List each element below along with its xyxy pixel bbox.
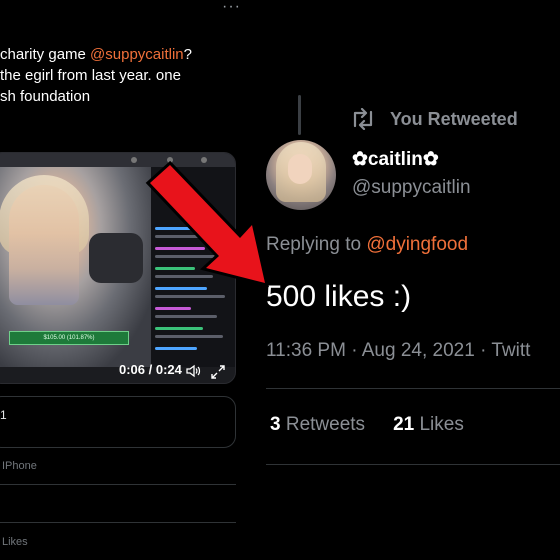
more-options-icon[interactable]: ··· (222, 0, 241, 16)
left-tweet-panel: ··· charity game @suppycaitlin? the egir… (0, 0, 250, 560)
likes-label: Likes (419, 414, 464, 435)
left-likes-label: Likes (2, 536, 28, 548)
retweet-icon (353, 108, 373, 130)
replying-mention-link[interactable]: @dyingfood (366, 234, 468, 255)
user-handle[interactable]: @suppycaitlin (352, 177, 471, 199)
thread-connector (298, 95, 301, 135)
retweet-label: You Retweeted (390, 108, 518, 129)
tweet-body: 500 likes :) (266, 280, 412, 313)
donation-progress-bar: $105.00 (101.87%) (9, 331, 129, 345)
retweets-label: Retweets (285, 414, 366, 435)
left-tweet-line-1-prefix: charity game (0, 46, 91, 63)
main-tweet-panel: You Retweeted ✿caitlin✿ @suppycaitlin Re… (252, 0, 560, 560)
retweets-stat[interactable]: 3 Retweets (270, 414, 365, 436)
left-box-text: 1 (0, 408, 7, 422)
likes-stat[interactable]: 21 Likes (393, 414, 464, 436)
video-controls: 0:06 / 0:24 (0, 361, 235, 383)
left-tweet-device: IPhone (2, 460, 37, 472)
divider (266, 464, 560, 465)
tweet-stats: 3 Retweets 21 Likes (270, 414, 464, 436)
left-quoted-box[interactable] (0, 396, 236, 448)
video-player[interactable]: $105.00 (101.87%) 0:06 / 0:24 (0, 152, 236, 384)
replying-to: Replying to @dyingfood (266, 234, 468, 256)
left-divider (0, 522, 236, 523)
left-tweet-mention[interactable]: @suppycaitlin (90, 46, 184, 63)
retweets-count: 3 (270, 414, 281, 435)
fullscreen-icon[interactable] (211, 365, 225, 379)
display-name[interactable]: ✿caitlin✿ (352, 148, 439, 171)
video-time: 0:06 / 0:24 (119, 362, 182, 377)
divider (266, 388, 560, 389)
retweet-context: You Retweeted (350, 106, 518, 132)
stream-chat-panel (151, 167, 235, 367)
avatar[interactable] (266, 140, 336, 210)
video-browser-bar (0, 153, 235, 167)
replying-prefix: Replying to (266, 234, 367, 255)
left-tweet-line-3: sh foundation (0, 88, 91, 105)
left-divider (0, 484, 236, 485)
left-tweet-line-1: charity game @suppycaitlin? (0, 44, 250, 65)
likes-count: 21 (393, 414, 415, 435)
left-tweet-line-2: the egirl from last year. one (0, 67, 181, 84)
volume-icon[interactable] (185, 363, 201, 379)
streamer-figure (9, 185, 79, 305)
left-tweet-text: charity game @suppycaitlin? the egirl fr… (0, 44, 250, 107)
tweet-timestamp[interactable]: 11:36 PM · Aug 24, 2021 · Twitt (266, 340, 530, 362)
left-tweet-line-1-suffix: ? (183, 46, 192, 63)
